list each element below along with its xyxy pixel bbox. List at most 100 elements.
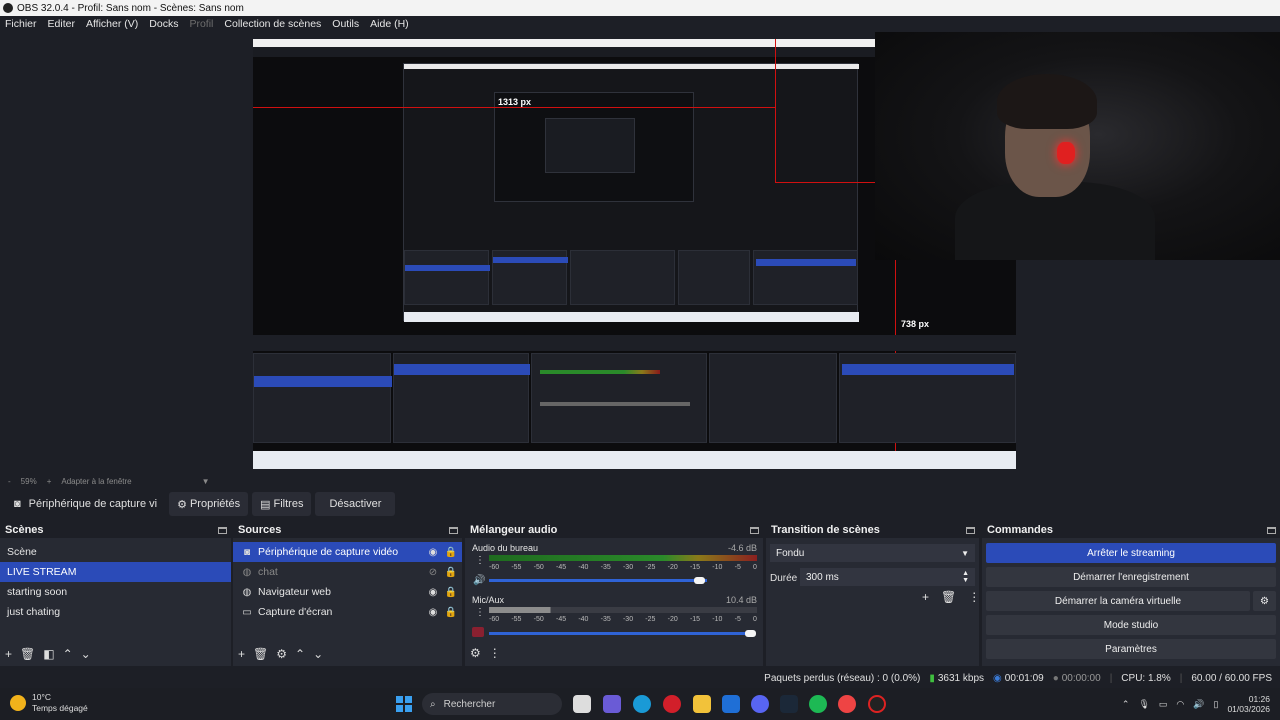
source-item[interactable]: ◍ Navigateur web ◉ 🔒 [233,582,462,602]
lock-icon[interactable]: 🔒 [444,607,458,618]
menu-outils[interactable]: Outils [332,18,359,30]
discord-icon[interactable] [751,695,769,713]
chevron-down-icon[interactable]: ▼ [202,477,210,486]
volume-icon[interactable]: 🔊 [1193,699,1204,710]
more-options-icon[interactable]: ⋮ [475,555,485,566]
commands-title: Commandes [987,524,1054,536]
chrome-icon[interactable] [838,695,856,713]
source-item[interactable]: ▭ Capture d'écran ◉ 🔒 [233,602,462,622]
studio-mode-button[interactable]: Mode studio [986,615,1276,635]
meter-tick-label: -20 [667,564,678,571]
menu-fichier[interactable]: Fichier [5,18,37,30]
more-options-icon[interactable]: ⋮ [475,607,485,618]
menu-docks[interactable]: Docks [149,18,178,30]
store-icon[interactable] [722,695,740,713]
stream-icon: ◉ [993,672,1002,684]
menu-aide[interactable]: Aide (H) [370,18,409,30]
menu-profil[interactable]: Profil [189,18,213,30]
task-view-icon[interactable] [573,695,591,713]
menu-afficher[interactable]: Afficher (V) [86,18,138,30]
properties-button[interactable]: ⚙ Propriétés [169,492,249,516]
more-options-icon[interactable]: ⋮ [489,646,501,660]
source-item[interactable]: ◙ Périphérique de capture vidéo ◉ 🔒 [233,542,462,562]
eye-icon[interactable]: ◉ [426,587,440,598]
mic-muted-icon[interactable] [472,627,484,637]
move-up-icon[interactable]: ⌃ [63,647,73,661]
eye-icon[interactable]: ◉ [426,607,440,618]
battery-icon[interactable]: ▯ [1214,699,1219,710]
move-down-icon[interactable]: ⌄ [313,647,323,661]
weather-desc: Temps dégagé [32,703,88,713]
dock-undock-icon[interactable] [1267,526,1276,534]
filters-button[interactable]: ▤ Filtres [252,492,312,516]
dock-undock-icon[interactable] [218,526,227,534]
scene-item[interactable]: starting soon [0,582,231,602]
volume-slider[interactable] [489,579,707,582]
start-recording-button[interactable]: Démarrer l'enregistrement [986,567,1276,587]
disable-button[interactable]: Désactiver [315,492,396,516]
signal-icon: ▮ [929,672,935,684]
teams-icon[interactable] [603,695,621,713]
menu-editer[interactable]: Editer [48,18,75,30]
windows-start-icon[interactable] [396,696,412,712]
taskbar-search[interactable]: ⌕ Rechercher [422,693,562,715]
trash-icon[interactable]: 🗑 [253,647,268,661]
trash-icon[interactable]: 🗑 [20,647,35,661]
folder-icon[interactable] [693,695,711,713]
add-scene-button[interactable]: + [5,647,12,661]
scene-item[interactable]: Scène [0,542,231,562]
chevron-up-icon[interactable]: ⌃ [1122,699,1130,710]
source-item[interactable]: ◍ chat ⊘ 🔒 [233,562,462,582]
dock-undock-icon[interactable] [750,526,759,534]
trash-icon[interactable]: 🗑 [941,590,956,604]
lock-icon[interactable]: 🔒 [444,567,458,578]
opera-icon[interactable] [663,695,681,713]
more-options-icon[interactable]: ⋮ [968,590,980,604]
duration-input[interactable]: 300 ms ▲ ▼ [800,568,975,586]
transition-select[interactable]: Fondu ▼ [770,544,975,562]
clock[interactable]: 01:26 01/03/2026 [1227,694,1270,714]
add-source-button[interactable]: + [238,647,245,661]
fit-window-select[interactable]: Adapter à la fenêtre [61,477,131,486]
move-down-icon[interactable]: ⌄ [81,647,91,661]
scene-filter-icon[interactable]: ◧ [43,647,54,661]
move-up-icon[interactable]: ⌃ [295,647,305,661]
meter-tick-label: -35 [600,564,611,571]
preview-area[interactable]: 1313 px 738 px [0,32,1280,474]
virtual-camera-button[interactable]: Démarrer la caméra virtuelle [986,591,1250,611]
dock-undock-icon[interactable] [966,526,975,534]
eye-icon[interactable]: ◉ [426,547,440,558]
meter-tick-label: -5 [734,564,741,571]
menu-collection[interactable]: Collection de scènes [224,18,321,30]
spotify-icon[interactable] [809,695,827,713]
speaker-icon[interactable]: 🔊 [473,575,485,586]
lock-icon[interactable]: 🔒 [444,547,458,558]
mic-icon[interactable]: 🎙 [1138,699,1149,710]
zoom-in-button[interactable]: + [47,477,52,486]
spinner-icon[interactable]: ▲ ▼ [962,570,969,584]
zoom-out-button[interactable]: - [8,477,11,486]
camera-icon: ◙ [243,546,251,558]
scene-item[interactable]: just chating [0,602,231,622]
dock-undock-icon[interactable] [449,526,458,534]
eye-hidden-icon[interactable]: ⊘ [426,567,440,578]
volume-knob[interactable] [694,577,705,584]
gear-icon[interactable]: ⚙ [276,647,287,661]
gear-icon[interactable]: ⚙ [1253,591,1276,611]
edge-icon[interactable] [633,695,651,713]
lock-icon[interactable]: 🔒 [444,587,458,598]
scene-item[interactable]: LIVE STREAM [0,562,231,582]
volume-knob[interactable] [745,630,756,637]
sources-title: Sources [238,524,282,536]
weather-widget[interactable]: 10°C Temps dégagé [10,692,88,714]
obs-taskbar-icon[interactable] [868,695,886,713]
display-icon[interactable]: ▭ [1159,699,1168,710]
stop-streaming-button[interactable]: Arrêter le streaming [986,543,1276,563]
mixer-settings-icon[interactable]: ⚙ [470,646,481,660]
settings-button[interactable]: Paramètres [986,639,1276,659]
scenes-title: Scènes [5,524,44,536]
volume-slider[interactable] [489,632,751,635]
wifi-icon[interactable]: ◠ [1176,699,1184,710]
add-transition-button[interactable]: + [922,590,929,604]
steam-icon[interactable] [780,695,798,713]
